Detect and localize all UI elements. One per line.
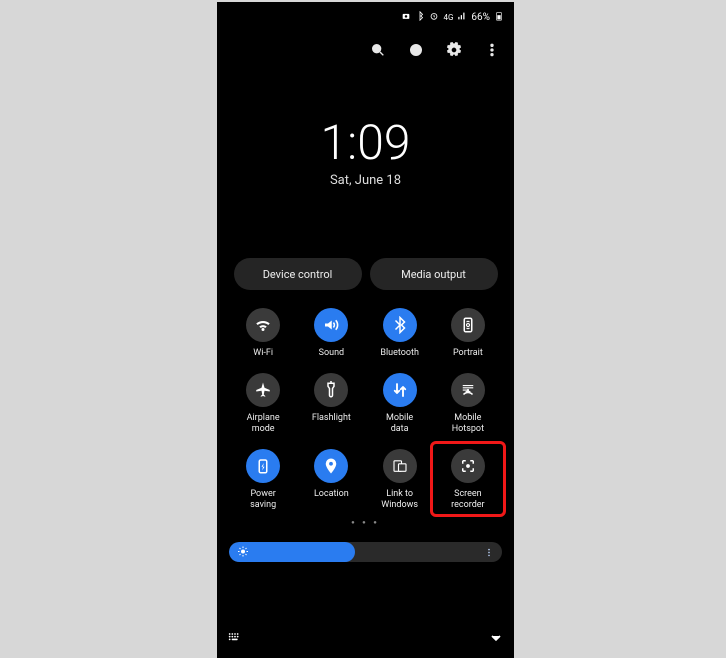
record-icon <box>451 449 485 483</box>
location-icon <box>314 449 348 483</box>
tile-label: Link to Windows <box>381 489 418 511</box>
device-control-button[interactable]: Device control <box>234 258 362 290</box>
battery-icon <box>494 11 504 24</box>
hotspot-icon <box>451 373 485 407</box>
tile-hotspot[interactable]: Mobile Hotspot <box>434 373 502 435</box>
panel-actions <box>217 32 514 72</box>
chevron-down-icon[interactable] <box>488 630 504 650</box>
tile-label: Bluetooth <box>380 348 419 359</box>
tile-label: Screen recorder <box>451 489 484 511</box>
gear-icon[interactable] <box>446 42 462 62</box>
tile-label: Sound <box>319 348 344 359</box>
tile-label: Power saving <box>250 489 276 511</box>
clock-date: Sat, June 18 <box>217 173 514 188</box>
tile-mobiledata[interactable]: Mobile data <box>366 373 434 435</box>
tile-label: Mobile Hotspot <box>452 413 484 435</box>
status-bar: 4G 66% <box>217 2 514 32</box>
control-pills: Device control Media output <box>217 258 514 290</box>
tile-wifi[interactable]: Wi-Fi <box>229 308 297 359</box>
signal-icon <box>457 11 467 24</box>
slider-more-icon[interactable] <box>484 543 494 562</box>
tile-airplane[interactable]: Airplane mode <box>229 373 297 435</box>
link-icon <box>383 449 417 483</box>
phone-screen: 4G 66% 1:09 Sat, June 18 Device control … <box>217 2 514 658</box>
media-output-button[interactable]: Media output <box>370 258 498 290</box>
mobiledata-icon <box>383 373 417 407</box>
battery-text: 66% <box>471 12 490 23</box>
tile-label: Location <box>314 489 349 500</box>
tile-link[interactable]: Link to Windows <box>366 449 434 511</box>
tile-portrait[interactable]: Portrait <box>434 308 502 359</box>
power-icon <box>246 449 280 483</box>
tile-sound[interactable]: Sound <box>297 308 365 359</box>
tile-label: Flashlight <box>312 413 351 424</box>
tile-label: Mobile data <box>386 413 413 435</box>
keyboard-icon[interactable] <box>227 630 243 650</box>
flashlight-icon <box>314 373 348 407</box>
wifi-icon <box>246 308 280 342</box>
tile-label: Portrait <box>453 348 483 359</box>
bottom-bar <box>227 630 504 650</box>
search-icon[interactable] <box>370 42 386 62</box>
power-icon[interactable] <box>408 42 424 62</box>
quick-settings-grid: Wi-Fi Sound Bluetooth Portrait Airplane mode… <box>229 308 502 511</box>
more-icon[interactable] <box>484 42 500 62</box>
tile-power[interactable]: Power saving <box>229 449 297 511</box>
clock-block: 1:09 Sat, June 18 <box>217 114 514 188</box>
tile-location[interactable]: Location <box>297 449 365 511</box>
clock-time: 1:09 <box>217 114 514 171</box>
tile-record[interactable]: Screen recorder <box>434 449 502 511</box>
bluetooth-icon <box>383 308 417 342</box>
page-dots: ● ● ● <box>217 519 514 526</box>
alarm-status-icon <box>429 11 439 24</box>
sun-icon <box>237 543 249 562</box>
camera-icon <box>401 11 411 24</box>
brightness-slider[interactable] <box>229 542 502 562</box>
tile-flashlight[interactable]: Flashlight <box>297 373 365 435</box>
sound-icon <box>314 308 348 342</box>
airplane-icon <box>246 373 280 407</box>
tile-bluetooth[interactable]: Bluetooth <box>366 308 434 359</box>
network-type: 4G <box>443 13 453 22</box>
tile-label: Airplane mode <box>247 413 280 435</box>
tile-label: Wi-Fi <box>253 348 273 359</box>
portrait-icon <box>451 308 485 342</box>
bluetooth-status-icon <box>415 11 425 24</box>
